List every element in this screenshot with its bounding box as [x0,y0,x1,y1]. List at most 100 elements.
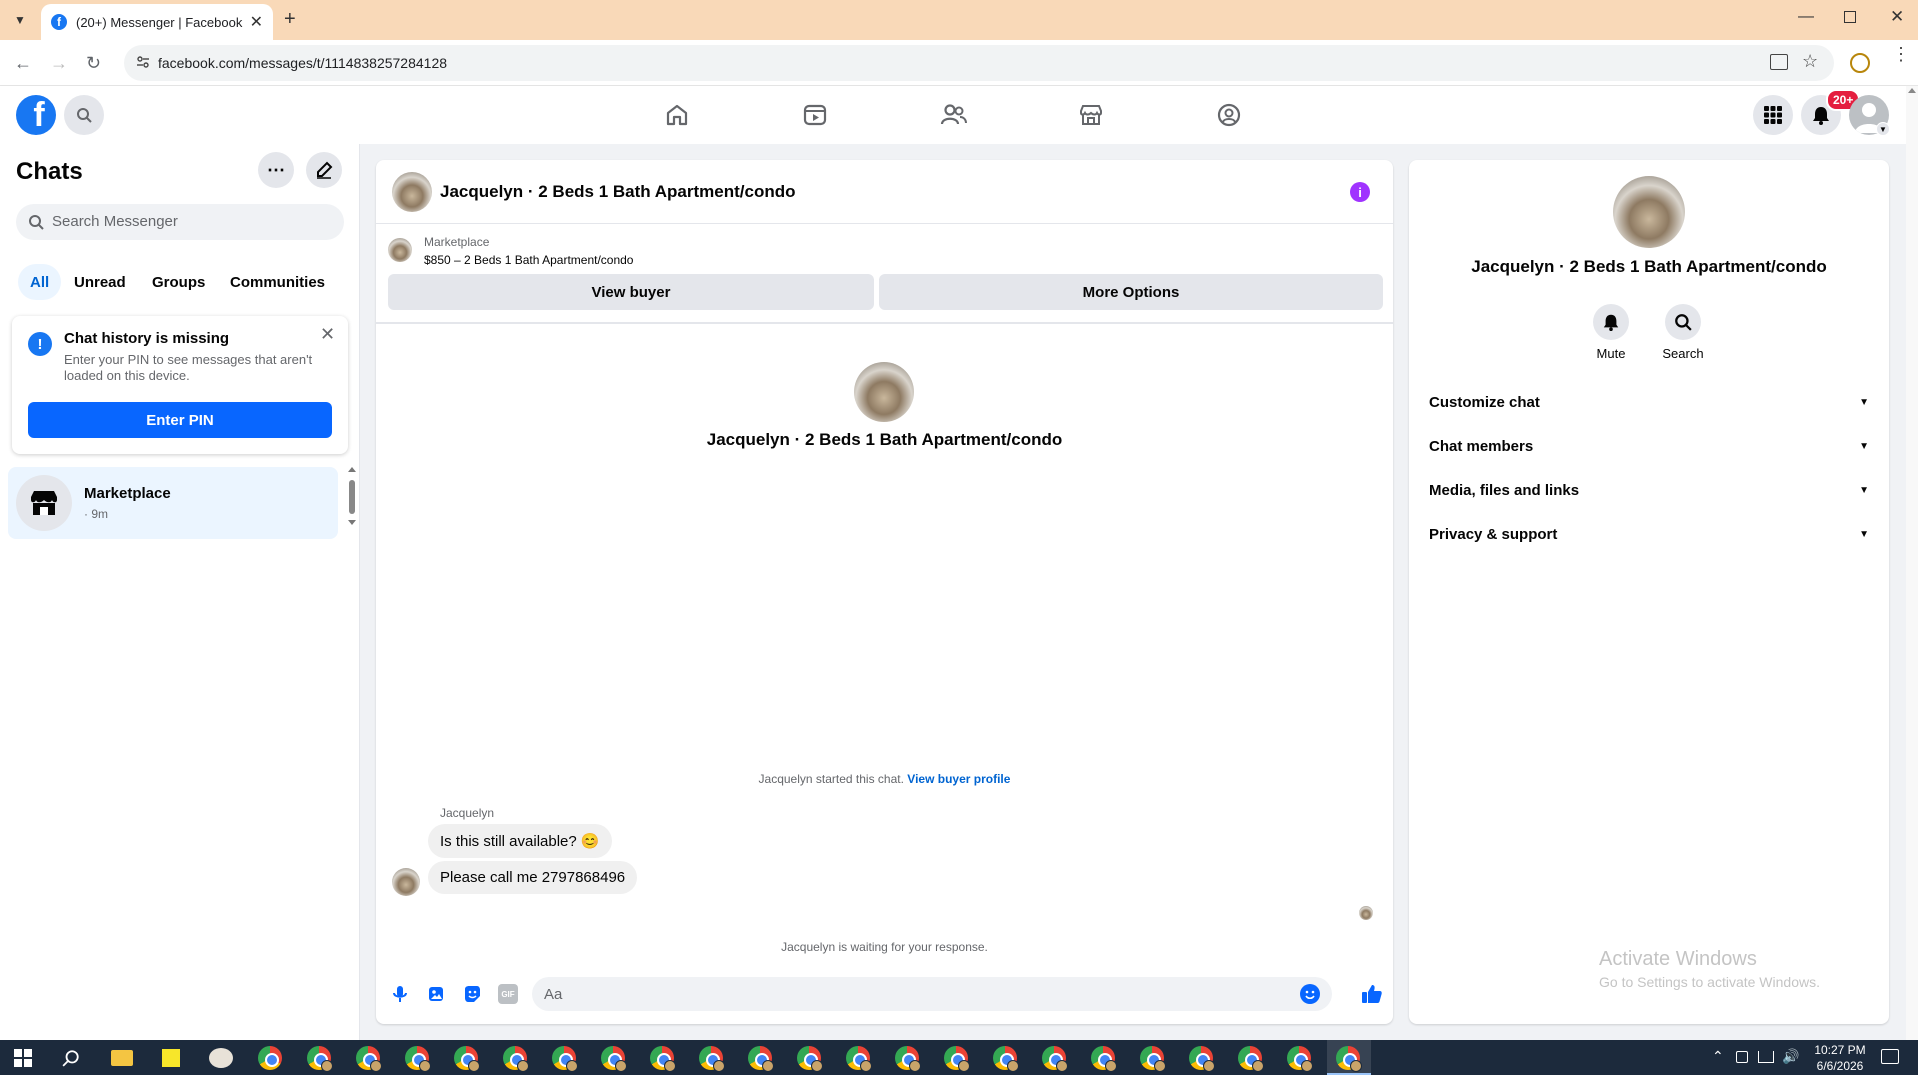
tray-device-icon[interactable] [1736,1051,1748,1063]
chrome-profile-icon[interactable] [356,1046,382,1072]
file-explorer-icon[interactable] [111,1050,133,1066]
gif-icon[interactable]: GIF [498,984,518,1004]
customize-chat-section[interactable]: Customize chat ▼ [1425,380,1873,424]
chat-list-item[interactable]: Marketplace · 9m [8,467,338,539]
emoji-icon[interactable] [1300,984,1320,1004]
sticker-icon[interactable] [462,984,482,1004]
gaming-icon[interactable] [1214,100,1244,130]
chrome-profile-icon[interactable] [1238,1046,1264,1072]
minimize-icon[interactable]: — [1798,8,1814,26]
message-input[interactable]: Aa [532,977,1332,1011]
conversation-avatar[interactable] [392,172,432,212]
conversation-info-icon[interactable]: i [1350,182,1370,202]
page-scrollbar[interactable] [1906,86,1918,1040]
search-messenger-input[interactable]: Search Messenger [16,204,344,240]
conversation-title[interactable]: Jacquelyn · 2 Beds 1 Bath Apartment/cond… [440,182,796,202]
friends-icon[interactable] [938,100,968,130]
chats-sidebar: Chats ⋯ Search Messenger All Unread Grou… [0,144,360,1040]
account-chevron-icon[interactable]: ▼ [1876,122,1890,136]
clock-date[interactable]: 6/6/2026 [1810,1059,1870,1073]
message-bubble[interactable]: Is this still available? 😊 [428,824,612,858]
enter-pin-button[interactable]: Enter PIN [28,402,332,438]
chrome-profile-icon[interactable] [1336,1046,1362,1072]
chrome-profile-icon[interactable] [405,1046,431,1072]
filter-groups[interactable]: Groups [140,264,217,300]
chat-options-button[interactable]: ⋯ [258,152,294,188]
filter-communities[interactable]: Communities [218,264,337,300]
privacy-support-section[interactable]: Privacy & support ▼ [1425,512,1873,556]
restore-icon[interactable] [1844,11,1856,23]
new-message-button[interactable] [306,152,342,188]
tab-search-chevron-icon[interactable]: ▼ [10,10,30,30]
facebook-logo-icon[interactable]: f [16,95,56,135]
site-info-icon[interactable] [136,55,150,69]
view-buyer-profile-link[interactable]: View buyer profile [907,772,1010,786]
new-tab-icon[interactable]: + [284,8,296,31]
chrome-profile-icon[interactable] [307,1046,333,1072]
chrome-profile-icon[interactable] [454,1046,480,1072]
bookmark-star-icon[interactable]: ☆ [1802,51,1818,72]
back-icon[interactable]: ← [14,53,32,74]
taskbar-search-icon[interactable] [62,1049,80,1067]
chrome-profile-icon[interactable] [1287,1046,1313,1072]
action-center-icon[interactable] [1881,1049,1899,1064]
details-avatar[interactable] [1613,176,1685,248]
volume-icon[interactable]: 🔊 [1782,1048,1799,1065]
paint-icon[interactable] [209,1048,233,1068]
chrome-profile-icon[interactable] [895,1046,921,1072]
chrome-profile-icon[interactable] [944,1046,970,1072]
chrome-profile-icon[interactable] [552,1046,578,1072]
chrome-profile-icon[interactable] [699,1046,725,1072]
search-icon[interactable] [64,95,104,135]
chat-list-scrollbar[interactable] [348,467,356,527]
attach-photo-icon[interactable] [426,984,446,1004]
chrome-profile-icon[interactable] [601,1046,627,1072]
chrome-profile-icon[interactable] [650,1046,676,1072]
install-app-icon[interactable] [1770,54,1788,70]
mute-bell-icon[interactable] [1593,304,1629,340]
clock-time[interactable]: 10:27 PM [1810,1043,1870,1057]
windows-start-icon[interactable] [14,1049,32,1067]
chrome-profile-icon[interactable] [503,1046,529,1072]
video-icon[interactable] [800,100,830,130]
address-bar[interactable]: facebook.com/messages/t/1114838257284128… [124,45,1834,81]
message-bubble[interactable]: Please call me 2797868496 [428,861,638,894]
close-window-icon[interactable]: ✕ [1890,7,1904,27]
chrome-profile-icon[interactable] [748,1046,774,1072]
home-icon[interactable] [662,100,692,130]
chat-members-section[interactable]: Chat members ▼ [1425,424,1873,468]
browser-menu-icon[interactable]: ⋮ [1892,45,1910,63]
marketplace-icon[interactable] [1076,100,1106,130]
chrome-profile-icon[interactable] [1091,1046,1117,1072]
chrome-profile-icon[interactable] [1189,1046,1215,1072]
chrome-profile-icon[interactable] [1140,1046,1166,1072]
alert-close-icon[interactable]: ✕ [320,324,335,345]
chrome-profile-icon[interactable] [993,1046,1019,1072]
view-buyer-button[interactable]: View buyer [388,274,874,310]
tray-chevron-icon[interactable]: ⌃ [1712,1048,1724,1065]
listing-banner: Marketplace $850 – 2 Beds 1 Bath Apartme… [376,224,1393,324]
microphone-icon[interactable] [390,984,410,1004]
chrome-profile-icon[interactable] [1042,1046,1068,1072]
chrome-icon[interactable] [258,1046,282,1070]
filter-all[interactable]: All [18,264,62,300]
network-icon[interactable] [1758,1051,1774,1063]
chat-details-panel: Jacquelyn · 2 Beds 1 Bath Apartment/cond… [1409,160,1889,1024]
chrome-profile-icon[interactable] [797,1046,823,1072]
filter-unread[interactable]: Unread [62,264,138,300]
chrome-profile-icon[interactable] [846,1046,872,1072]
sender-avatar[interactable] [392,868,420,896]
menu-grid-icon[interactable] [1753,95,1793,135]
like-thumb-icon[interactable] [1360,982,1384,1006]
search-label: Search [1662,346,1704,361]
listing-source: Marketplace [424,235,490,249]
reload-icon[interactable]: ↻ [86,53,101,74]
more-options-button[interactable]: More Options [879,274,1383,310]
media-files-links-section[interactable]: Media, files and links ▼ [1425,468,1873,512]
browser-tab[interactable]: f (20+) Messenger | Facebook ✕ [41,4,273,40]
sticky-notes-icon[interactable] [162,1049,180,1067]
search-in-chat-icon[interactable] [1665,304,1701,340]
profile-icon[interactable] [1850,53,1870,73]
forward-icon[interactable]: → [50,53,68,74]
close-tab-icon[interactable]: ✕ [250,12,263,32]
